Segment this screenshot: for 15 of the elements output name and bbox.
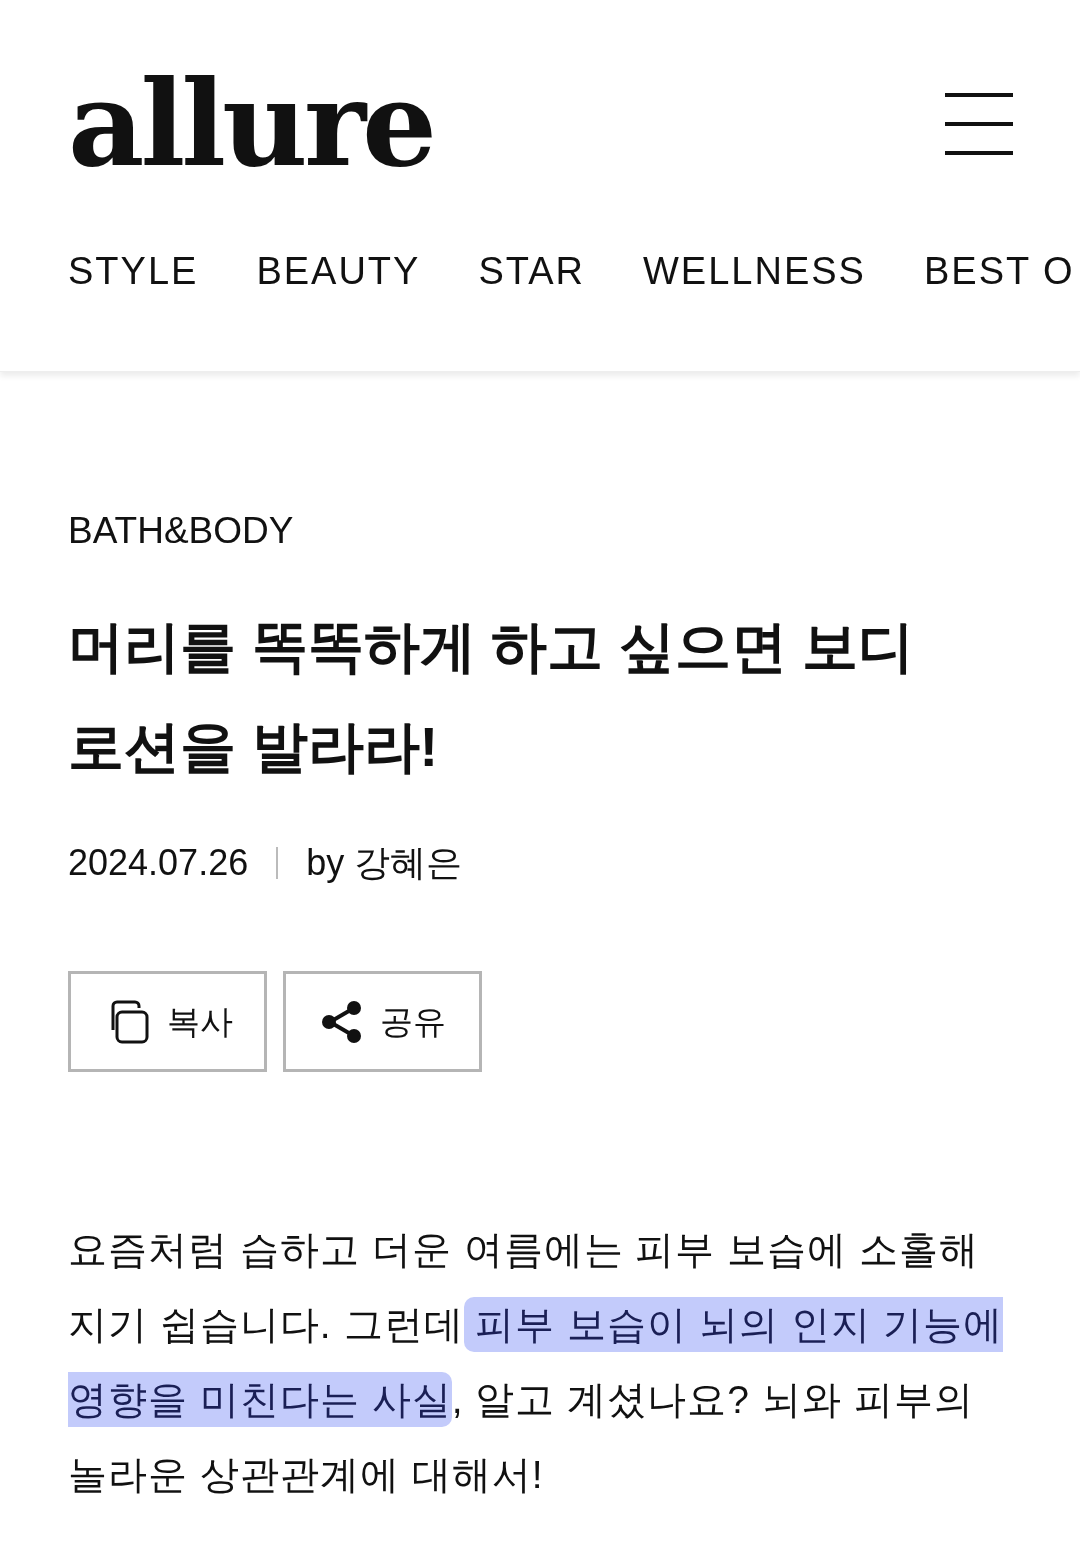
nav-link[interactable]: STAR: [478, 252, 585, 290]
nav-link[interactable]: WELLNESS: [642, 252, 866, 290]
nav-link[interactable]: BEST O: [923, 252, 1075, 290]
intro-paragraph: 요즘처럼 습하고 더운 여름에는 피부 보습에 소홀해지기 쉽습니다. 그런데 피부 보습이 뇌의 인지 기능에 영향을 미친다는 사실, 알고 계셨나요? 뇌와 피부의 놀라운 상관관계에 대해서!: [68, 1227, 1004, 1498]
nav-link[interactable]: STYLE: [68, 252, 199, 290]
menu-icon[interactable]: [945, 93, 1013, 155]
share-button[interactable]: 공유: [283, 971, 482, 1072]
share-icon: [319, 999, 364, 1044]
site-logo[interactable]: allure: [68, 65, 434, 183]
article-title: 머리를 똑똑하게 하고 싶으면 보디 로션을 발라라!: [68, 614, 916, 780]
category-label[interactable]: BATH&BODY: [68, 512, 1012, 549]
nav-link[interactable]: BEAUTY: [256, 252, 421, 290]
publish-date: 2024.07.26: [68, 845, 249, 881]
copy-button[interactable]: 복사: [68, 971, 267, 1072]
author-byline: by 강혜은: [306, 845, 463, 881]
